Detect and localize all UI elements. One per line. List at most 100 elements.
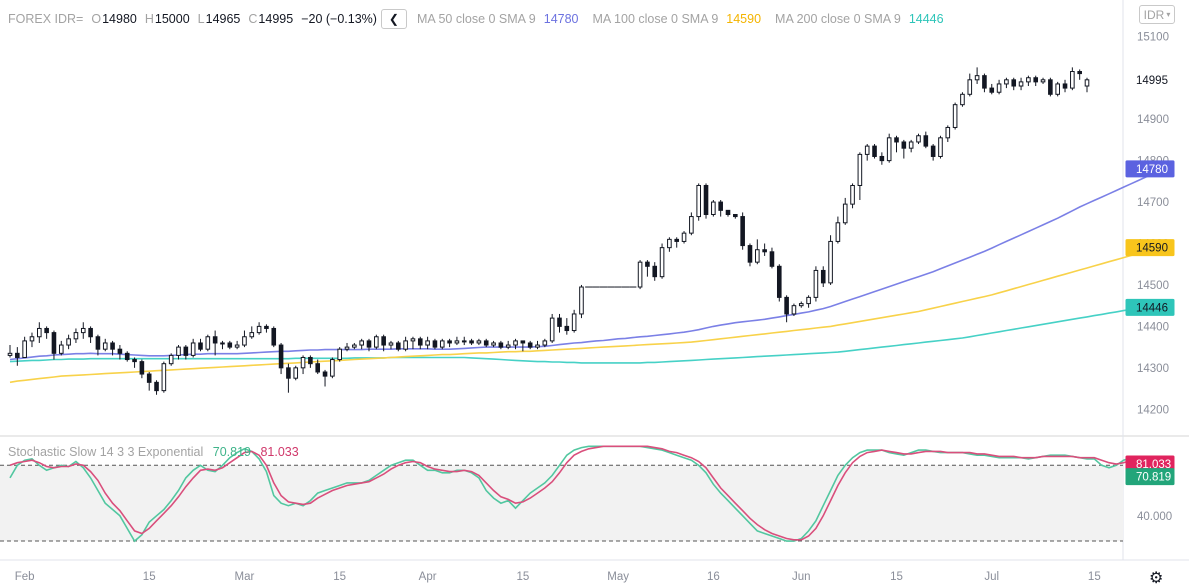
candle[interactable] <box>637 261 643 288</box>
candle[interactable] <box>271 327 277 346</box>
candle[interactable] <box>212 336 218 344</box>
candle[interactable] <box>227 342 233 348</box>
candle[interactable] <box>520 340 526 344</box>
candle[interactable] <box>51 332 57 354</box>
candle[interactable] <box>483 340 489 346</box>
candle[interactable] <box>557 317 562 327</box>
candle[interactable] <box>1040 79 1046 83</box>
candle[interactable] <box>330 359 335 377</box>
candle[interactable] <box>117 348 123 354</box>
candle[interactable] <box>535 344 540 348</box>
candle[interactable] <box>549 317 555 342</box>
candle[interactable] <box>1077 71 1082 75</box>
candle[interactable] <box>916 135 921 143</box>
candle[interactable] <box>300 356 306 369</box>
candle[interactable] <box>667 238 672 249</box>
candle[interactable] <box>498 342 504 348</box>
candle[interactable] <box>183 346 189 356</box>
candle[interactable] <box>894 137 899 143</box>
candle[interactable] <box>396 342 401 350</box>
candle[interactable] <box>769 251 775 267</box>
candle[interactable] <box>725 209 731 215</box>
candle[interactable] <box>776 265 782 298</box>
candle[interactable] <box>249 332 255 338</box>
candle[interactable] <box>945 126 951 139</box>
candle[interactable] <box>689 216 694 234</box>
candle[interactable] <box>198 342 203 350</box>
candle[interactable] <box>234 344 240 348</box>
candle[interactable] <box>337 348 342 361</box>
candle[interactable] <box>1033 77 1039 83</box>
candle[interactable] <box>139 361 145 375</box>
candle[interactable] <box>66 338 71 346</box>
gear-icon[interactable]: ⚙ <box>1149 568 1163 588</box>
candle[interactable] <box>44 327 49 334</box>
candle[interactable] <box>344 346 350 350</box>
candle[interactable] <box>381 336 386 346</box>
candle[interactable] <box>286 367 291 379</box>
candle[interactable] <box>161 363 167 392</box>
candle[interactable] <box>88 327 93 338</box>
candle[interactable] <box>58 344 64 354</box>
candle[interactable] <box>366 340 372 348</box>
candle[interactable] <box>1004 79 1009 85</box>
candle[interactable] <box>755 249 760 263</box>
candle[interactable] <box>110 342 115 350</box>
candle[interactable] <box>388 342 394 346</box>
candle[interactable] <box>417 338 423 346</box>
candle[interactable] <box>293 367 299 379</box>
candle[interactable] <box>256 325 262 334</box>
candle[interactable] <box>996 83 1002 93</box>
candle[interactable] <box>505 344 511 348</box>
candle[interactable] <box>359 340 364 346</box>
candle[interactable] <box>491 342 496 346</box>
candle[interactable] <box>410 338 416 342</box>
candle[interactable] <box>154 381 159 392</box>
candle[interactable] <box>176 346 181 356</box>
candle[interactable] <box>850 184 855 205</box>
candle[interactable] <box>102 342 108 350</box>
candle[interactable] <box>7 352 13 356</box>
candle[interactable] <box>469 340 474 344</box>
candle[interactable] <box>439 340 445 348</box>
candle[interactable] <box>168 354 174 365</box>
candle[interactable] <box>652 265 658 278</box>
candle[interactable] <box>73 332 79 340</box>
candle[interactable] <box>242 336 247 346</box>
candle[interactable] <box>835 222 841 242</box>
candle[interactable] <box>960 93 965 106</box>
candle[interactable] <box>1055 83 1060 95</box>
candle[interactable] <box>564 325 570 332</box>
candle[interactable] <box>29 336 35 342</box>
candle[interactable] <box>747 245 753 263</box>
candle[interactable] <box>842 203 848 224</box>
candle[interactable] <box>403 340 408 350</box>
candle[interactable] <box>571 313 577 332</box>
candle[interactable] <box>315 363 321 373</box>
candle[interactable] <box>190 342 196 356</box>
candle[interactable] <box>322 371 328 377</box>
candle[interactable] <box>645 261 650 267</box>
candle[interactable] <box>1062 83 1068 89</box>
candle[interactable] <box>80 327 86 334</box>
candle[interactable] <box>952 104 958 128</box>
candle[interactable] <box>37 327 42 338</box>
candle[interactable] <box>872 145 877 157</box>
candle[interactable] <box>938 137 943 157</box>
candle[interactable] <box>989 87 995 93</box>
candle[interactable] <box>542 340 548 346</box>
candle[interactable] <box>930 145 936 157</box>
candle[interactable] <box>733 213 738 218</box>
candle[interactable] <box>278 344 284 369</box>
candle[interactable] <box>579 286 584 315</box>
candle[interactable] <box>813 269 819 298</box>
candle[interactable] <box>923 135 929 147</box>
candle[interactable] <box>718 201 723 211</box>
candle[interactable] <box>1048 79 1053 95</box>
candle[interactable] <box>374 336 379 348</box>
candle[interactable] <box>740 216 745 247</box>
candle[interactable] <box>527 342 533 348</box>
candle[interactable] <box>711 201 716 215</box>
candle[interactable] <box>454 340 460 344</box>
candle[interactable] <box>432 340 438 348</box>
